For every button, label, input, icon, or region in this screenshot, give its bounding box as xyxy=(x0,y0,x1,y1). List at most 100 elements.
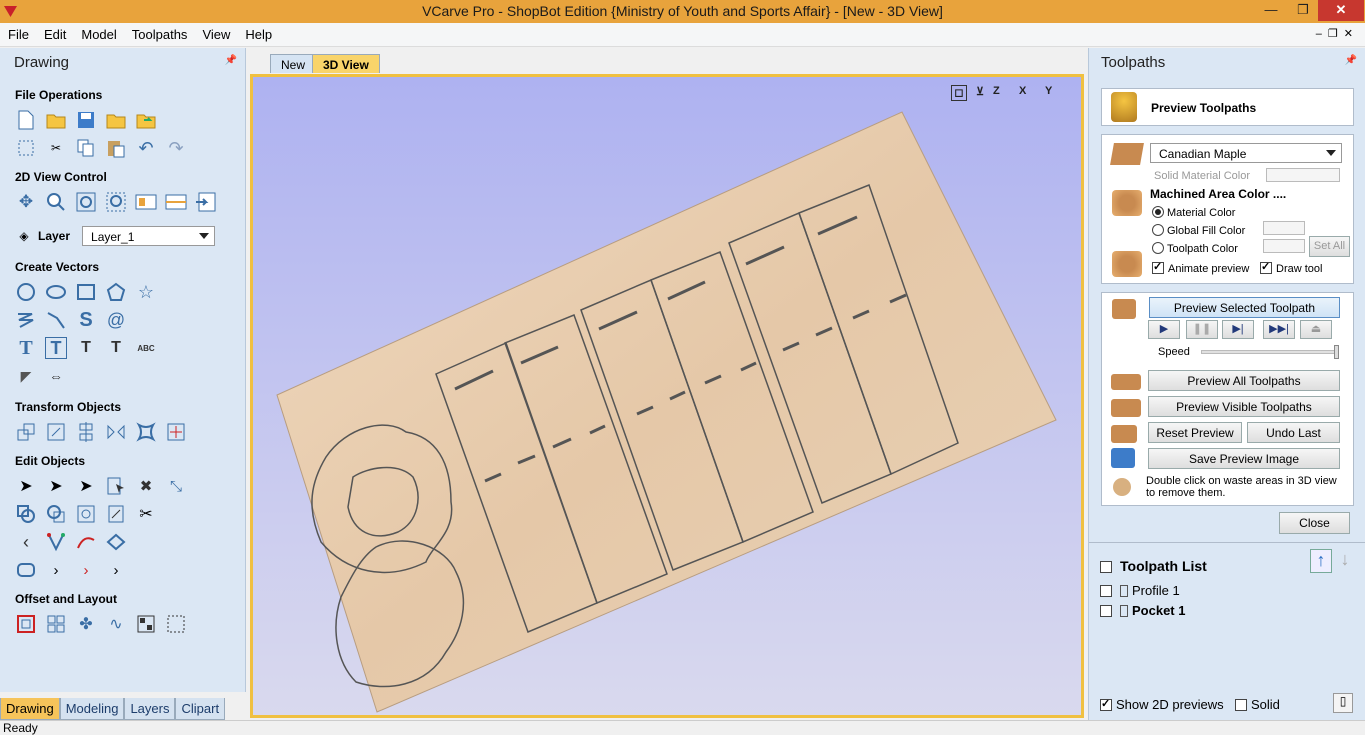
offset-vector-icon[interactable]: › xyxy=(105,559,127,581)
material-view-icon[interactable] xyxy=(135,191,157,213)
minimize-button[interactable]: — xyxy=(1256,0,1286,21)
pan-icon[interactable]: ✥ xyxy=(15,191,37,213)
menu-help[interactable]: Help xyxy=(237,23,279,42)
checkbox-icon[interactable] xyxy=(1152,260,1164,274)
measure-icon[interactable]: ⇔ xyxy=(45,365,67,387)
pin-icon[interactable]: 📌 xyxy=(1345,55,1357,66)
global-fill-picker[interactable] xyxy=(1263,221,1305,235)
preview-all-button[interactable]: Preview All Toolpaths xyxy=(1148,370,1340,391)
radio-material-color[interactable]: Material Color xyxy=(1152,205,1235,219)
mirror-icon[interactable] xyxy=(105,421,127,443)
line-icon[interactable] xyxy=(45,309,67,331)
subtract-icon[interactable] xyxy=(45,503,67,525)
align-icon[interactable] xyxy=(75,421,97,443)
speed-slider-thumb[interactable] xyxy=(1334,345,1339,359)
toolpath-color-picker[interactable] xyxy=(1263,239,1305,253)
undo-last-button[interactable]: Undo Last xyxy=(1247,422,1340,443)
new-file-icon[interactable] xyxy=(15,109,37,131)
solid-color-picker[interactable] xyxy=(1266,168,1340,182)
tab-3d-view[interactable]: 3D View xyxy=(312,54,380,73)
show-2d-previews-checkbox[interactable]: Show 2D previews xyxy=(1100,697,1224,712)
polygon-icon[interactable] xyxy=(105,281,127,303)
close-vector-icon[interactable] xyxy=(105,531,127,553)
draw-tool-checkbox[interactable]: Draw tool xyxy=(1260,260,1322,275)
copy-along-icon[interactable]: ∿ xyxy=(105,613,127,635)
checkbox-icon[interactable] xyxy=(1235,699,1247,711)
zoom-icon[interactable] xyxy=(45,191,67,213)
oval-icon[interactable] xyxy=(15,559,37,581)
offset-icon[interactable] xyxy=(15,613,37,635)
fillet-icon[interactable] xyxy=(45,531,67,553)
skip-top-button[interactable]: ⏏ xyxy=(1300,320,1332,339)
auto-text-icon[interactable]: T xyxy=(45,337,67,359)
distort-icon[interactable] xyxy=(135,421,157,443)
move-down-icon[interactable]: ↓ xyxy=(1334,549,1356,573)
solid-checkbox[interactable]: Solid xyxy=(1235,697,1280,712)
pin-icon[interactable]: 📌 xyxy=(225,55,237,66)
menu-toolpaths[interactable]: Toolpaths xyxy=(124,23,195,42)
tab-drawing[interactable]: Drawing xyxy=(0,698,60,720)
intersect-icon[interactable] xyxy=(75,503,97,525)
select-all-icon[interactable] xyxy=(15,137,37,159)
center-icon[interactable] xyxy=(165,421,187,443)
chamfer-icon[interactable]: › xyxy=(75,559,97,581)
zoom-extents-icon[interactable] xyxy=(75,191,97,213)
toggle-view-icon[interactable] xyxy=(195,191,217,213)
dimension-icon[interactable]: ◤ xyxy=(15,365,37,387)
checkbox-icon[interactable] xyxy=(1100,697,1112,711)
transform-select-icon[interactable]: ➤ xyxy=(75,475,97,497)
tab-modeling[interactable]: Modeling xyxy=(59,698,125,720)
summary-icon[interactable]: ▯ xyxy=(1333,693,1353,713)
checkbox-icon[interactable] xyxy=(1100,605,1112,617)
tab-clipart[interactable]: Clipart xyxy=(175,698,226,720)
close-button[interactable]: ✕ xyxy=(1318,0,1364,21)
menu-edit[interactable]: Edit xyxy=(36,23,73,42)
interactive-select-icon[interactable] xyxy=(105,475,127,497)
fast-forward-button[interactable]: ▶▶| xyxy=(1263,320,1295,339)
3d-view-canvas[interactable]: ◻ ⊻ Z X Y xyxy=(250,74,1084,718)
step-button[interactable]: ▶| xyxy=(1222,320,1254,339)
polyline-icon[interactable] xyxy=(15,309,37,331)
radio-toolpath-color[interactable]: Toolpath Color xyxy=(1152,241,1238,255)
material-dropdown[interactable]: Canadian Maple xyxy=(1150,143,1342,163)
toolpath-item[interactable]: Profile 1 xyxy=(1100,583,1180,598)
weld-icon[interactable] xyxy=(15,503,37,525)
play-button[interactable]: ▶ xyxy=(1148,320,1180,339)
copy-icon[interactable] xyxy=(75,137,97,159)
nesting-icon[interactable] xyxy=(135,613,157,635)
layout-view-icon[interactable] xyxy=(165,191,187,213)
checkbox-icon[interactable] xyxy=(1100,585,1112,597)
rectangle-icon[interactable] xyxy=(75,281,97,303)
fit-to-curve-icon[interactable] xyxy=(165,613,187,635)
select-icon[interactable]: ➤ xyxy=(15,475,37,497)
circular-copy-icon[interactable]: ✤ xyxy=(75,613,97,635)
preview-selected-button[interactable]: Preview Selected Toolpath xyxy=(1149,297,1340,318)
move-up-icon[interactable]: ↑ xyxy=(1310,549,1332,573)
move-icon[interactable] xyxy=(15,421,37,443)
trim-icon[interactable]: ✂ xyxy=(135,503,157,525)
ellipse-icon[interactable] xyxy=(45,281,67,303)
reset-preview-button[interactable]: Reset Preview xyxy=(1148,422,1242,443)
save-icon[interactable] xyxy=(75,109,97,131)
radio-on-icon[interactable] xyxy=(1152,206,1164,218)
measure-tape-icon[interactable]: ⤡ xyxy=(165,475,187,497)
curve-fit-icon[interactable]: ‹ xyxy=(15,531,37,553)
set-all-button[interactable]: Set All xyxy=(1309,236,1350,257)
join-icon[interactable] xyxy=(105,503,127,525)
menu-model[interactable]: Model xyxy=(73,23,123,42)
curve-icon[interactable]: S xyxy=(75,309,97,331)
spiral-icon[interactable]: @ xyxy=(105,309,127,331)
zoom-selection-icon[interactable] xyxy=(105,191,127,213)
open-file-icon[interactable] xyxy=(45,109,67,131)
radio-off-icon[interactable] xyxy=(1152,242,1164,254)
undo-icon[interactable]: ↶ xyxy=(135,137,157,159)
tab-new[interactable]: New xyxy=(270,54,317,73)
text-arc-icon[interactable]: T xyxy=(105,337,127,359)
preview-visible-button[interactable]: Preview Visible Toolpaths xyxy=(1148,396,1340,417)
cut-icon[interactable]: ✂ xyxy=(45,137,67,159)
tab-layers[interactable]: Layers xyxy=(124,698,176,720)
animate-preview-checkbox[interactable]: Animate preview xyxy=(1152,260,1249,275)
close-panel-button[interactable]: Close xyxy=(1279,512,1350,534)
speed-slider[interactable] xyxy=(1201,345,1339,359)
node-edit-icon[interactable]: ➤ xyxy=(45,475,67,497)
